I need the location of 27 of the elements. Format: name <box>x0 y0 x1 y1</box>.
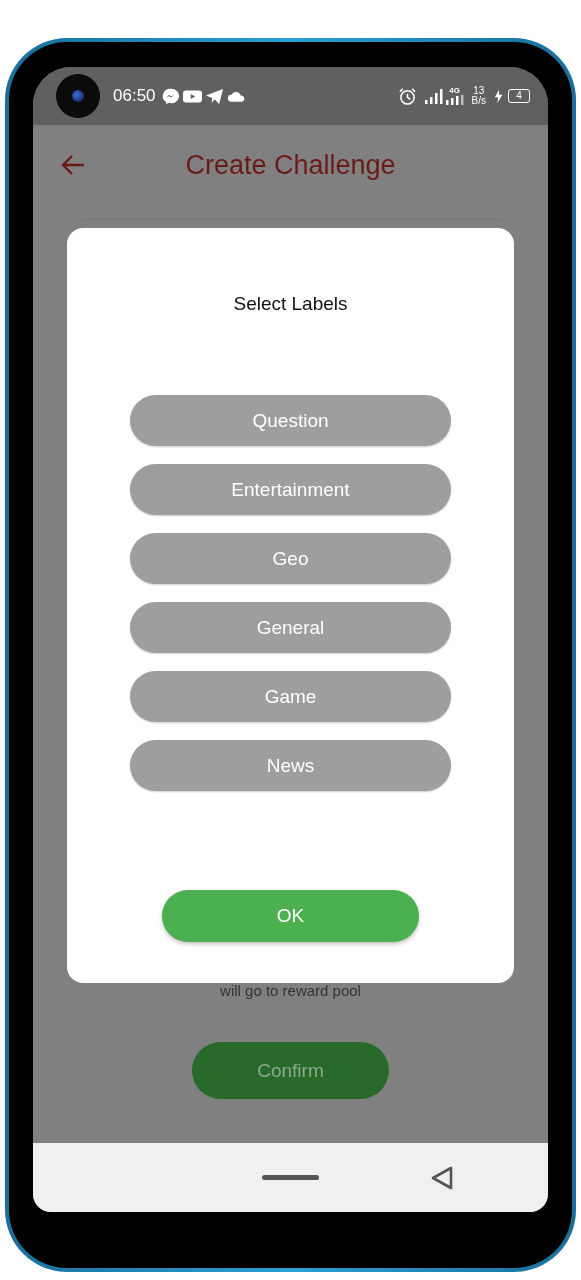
reward-note: will go to reward pool <box>220 981 361 1001</box>
label-option[interactable]: Question <box>130 395 451 446</box>
status-time: 06:50 <box>113 86 156 106</box>
label-option[interactable]: News <box>130 740 451 791</box>
signal-icon <box>445 95 464 105</box>
network-type: 4G <box>449 87 460 95</box>
home-handle-icon[interactable] <box>262 1175 319 1180</box>
page-title: Create Challenge <box>185 149 396 181</box>
back-arrow-icon[interactable] <box>60 154 86 176</box>
label-option[interactable]: Geo <box>130 533 451 584</box>
label-option[interactable]: Entertainment <box>130 464 451 515</box>
label-option[interactable]: Game <box>130 671 451 722</box>
charging-icon <box>494 88 504 104</box>
paper-plane-icon <box>204 87 224 105</box>
signal-icon <box>424 88 443 104</box>
alarm-icon <box>397 86 417 106</box>
back-triangle-icon[interactable] <box>430 1165 454 1191</box>
speed-value: 13 <box>473 86 485 96</box>
chat-bubble-icon <box>160 87 180 105</box>
play-icon <box>182 87 202 105</box>
label-option[interactable]: General <box>130 602 451 653</box>
dialog-title: Select Labels <box>233 292 348 316</box>
speed-unit: B/s <box>471 96 486 106</box>
confirm-button[interactable]: Confirm <box>192 1042 389 1099</box>
battery-indicator: 4 <box>508 89 530 103</box>
front-camera-icon <box>56 74 100 118</box>
ok-button[interactable]: OK <box>162 890 419 942</box>
